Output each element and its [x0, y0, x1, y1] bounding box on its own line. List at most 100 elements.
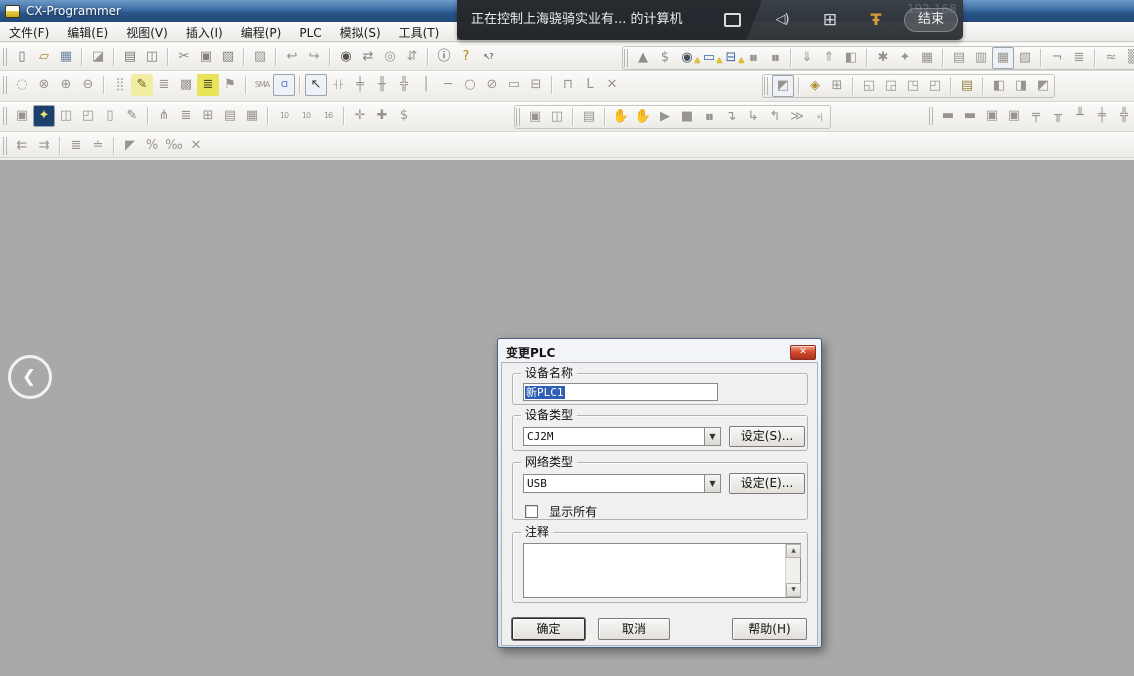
toggle-view-icon[interactable]: ◩	[772, 75, 794, 97]
toolbar-drag-handle[interactable]	[3, 48, 7, 66]
menu-item-program[interactable]: 编程(P)	[232, 23, 291, 43]
force-set-icon[interactable]: ✛	[349, 105, 371, 127]
memory-4-icon[interactable]: ▧	[1014, 47, 1036, 69]
step-in-icon[interactable]: ↳	[742, 106, 764, 128]
ladder-view-icon[interactable]: ⊞	[197, 105, 219, 127]
change-model-icon[interactable]: ⇵	[401, 46, 423, 68]
remote-pin-icon[interactable]: Ŧ	[863, 9, 889, 31]
toolbar-drag-handle[interactable]	[624, 49, 628, 67]
sim-stop-icon[interactable]: ■	[676, 106, 698, 128]
differential-up-icon[interactable]: ◤	[119, 135, 141, 157]
show-all-checkbox[interactable]	[525, 505, 538, 518]
coil-icon[interactable]: ○	[459, 74, 481, 96]
validate-symbol-icon[interactable]: ◳	[902, 75, 924, 97]
menu-item-file[interactable]: 文件(F)	[0, 23, 58, 43]
rung-comment-icon[interactable]: ✎	[131, 74, 153, 96]
toolbar-drag-handle[interactable]	[3, 137, 7, 155]
network-type-combo[interactable]: USB ▼	[523, 474, 721, 493]
select-tool-icon[interactable]: ↖	[305, 74, 327, 96]
symbols-table-icon[interactable]: ≣	[197, 74, 219, 96]
device-name-input[interactable]: 新PLC1	[523, 383, 718, 401]
zoom-cancel-icon[interactable]: ⊗	[33, 74, 55, 96]
indent-icon[interactable]: ⇇	[11, 135, 33, 157]
tile-windows-icon[interactable]: ◫	[546, 106, 568, 128]
grid-toggle-icon[interactable]: ⣿	[109, 74, 131, 96]
menu-item-edit[interactable]: 编辑(E)	[58, 23, 117, 43]
network-type-settings-button[interactable]: 设定(E)...	[729, 473, 805, 494]
copy-icon[interactable]: ▣	[195, 46, 217, 68]
function-block-icon[interactable]: ⊓	[557, 74, 579, 96]
network-1-icon[interactable]: ▬	[937, 105, 959, 127]
zoom-icon[interactable]: ◌	[11, 74, 33, 96]
percent-2-icon[interactable]: ‰	[163, 135, 185, 157]
signed-decimal-icon[interactable]: 10	[295, 105, 317, 127]
cross-view-icon[interactable]: ◰	[77, 105, 99, 127]
sim-run-icon[interactable]: ▶	[654, 106, 676, 128]
node-2-icon[interactable]: ▣	[1003, 105, 1025, 127]
new-file-icon[interactable]: ▯	[11, 46, 33, 68]
monitor-icon[interactable]: ✱	[872, 47, 894, 69]
instruction-2-icon[interactable]: ⊟	[525, 74, 547, 96]
monitor-2-icon[interactable]: ✦	[894, 47, 916, 69]
back-overlay-button[interactable]: ❮	[8, 355, 52, 399]
continuous-step-icon[interactable]: ≫	[786, 106, 808, 128]
instruction-icon[interactable]: ▭	[503, 74, 525, 96]
toolbar-drag-handle[interactable]	[764, 77, 768, 95]
replace-icon[interactable]: ⇄	[357, 46, 379, 68]
cascade-windows-icon[interactable]: ▣	[524, 106, 546, 128]
simulator-online-icon[interactable]: ▭▲	[698, 47, 720, 69]
window-left-icon[interactable]: ◧	[988, 75, 1010, 97]
toolbar-drag-handle[interactable]	[516, 108, 520, 126]
contact-no-icon[interactable]: ┤├	[327, 74, 349, 96]
properties-icon[interactable]: ✎	[121, 105, 143, 127]
colored-list-icon[interactable]: ▤	[956, 75, 978, 97]
ok-button[interactable]: 确定	[512, 618, 585, 640]
mnemonic-view-icon[interactable]: SMA	[251, 74, 273, 96]
zoom-in-icon[interactable]: ⊕	[55, 74, 77, 96]
window-corner-icon[interactable]: ◩	[1032, 75, 1054, 97]
open-file-icon[interactable]: ▱	[33, 46, 55, 68]
menu-item-view[interactable]: 视图(V)	[117, 23, 177, 43]
upload-icon[interactable]: ⇑	[818, 47, 840, 69]
scan-to-end-icon[interactable]: »|	[808, 106, 830, 128]
chevron-down-icon[interactable]: ▼	[704, 474, 721, 493]
toolbar-drag-handle[interactable]	[3, 107, 7, 125]
memory-grid-icon[interactable]: ▦	[241, 105, 263, 127]
force-cancel-icon[interactable]: ✕	[185, 135, 207, 157]
audio-icon[interactable]: ◁)	[769, 9, 795, 31]
hex-icon[interactable]: 16	[317, 105, 339, 127]
edge-partial-icon[interactable]: ▒	[1122, 47, 1134, 69]
node-1-icon[interactable]: ▣	[981, 105, 1003, 127]
scroll-down-icon[interactable]: ▼	[786, 583, 801, 597]
plc-memory-icon[interactable]: ▤	[948, 47, 970, 69]
help-icon[interactable]: ?	[455, 46, 477, 68]
scan-continuous-icon[interactable]: ✋	[632, 106, 654, 128]
data-trace-icon[interactable]: ≈	[1100, 47, 1122, 69]
export-symbol-icon[interactable]: ◲	[880, 75, 902, 97]
outdent-icon[interactable]: ⇉	[33, 135, 55, 157]
zoom-out-icon[interactable]: ⊖	[77, 74, 99, 96]
network-2-icon[interactable]: ▬	[959, 105, 981, 127]
info-icon[interactable]: ⓘ	[433, 46, 455, 68]
address-reference-icon[interactable]: ▯	[99, 105, 121, 127]
download-icon[interactable]: ⇓	[796, 47, 818, 69]
step-out-icon[interactable]: ↰	[764, 106, 786, 128]
toolbar-drag-handle[interactable]	[3, 76, 7, 94]
chevron-down-icon[interactable]: ▼	[704, 427, 721, 446]
percent-1-icon[interactable]: %	[141, 135, 163, 157]
menu-item-insert[interactable]: 插入(I)	[177, 23, 232, 43]
coil-closed-icon[interactable]: ⊘	[481, 74, 503, 96]
pause-monitoring-icon[interactable]: ▦	[916, 47, 938, 69]
help-button[interactable]: 帮助(H)	[732, 618, 807, 640]
horizontal-line-icon[interactable]: ─	[437, 74, 459, 96]
erase-tool-icon[interactable]: ✕	[601, 74, 623, 96]
watch-window-icon[interactable]: ◫	[55, 105, 77, 127]
memory-view-sel-icon[interactable]: ▦	[992, 47, 1014, 69]
save-file-icon[interactable]: ▦	[55, 46, 77, 68]
menu-item-plc[interactable]: PLC	[290, 23, 330, 43]
build-icon[interactable]: ✦	[33, 105, 55, 127]
cut-icon[interactable]: ✂	[173, 46, 195, 68]
or-contact-nc-icon[interactable]: ╬	[393, 74, 415, 96]
io-comment-icon[interactable]: ▩	[175, 74, 197, 96]
compare-icon[interactable]: ◧	[840, 47, 862, 69]
